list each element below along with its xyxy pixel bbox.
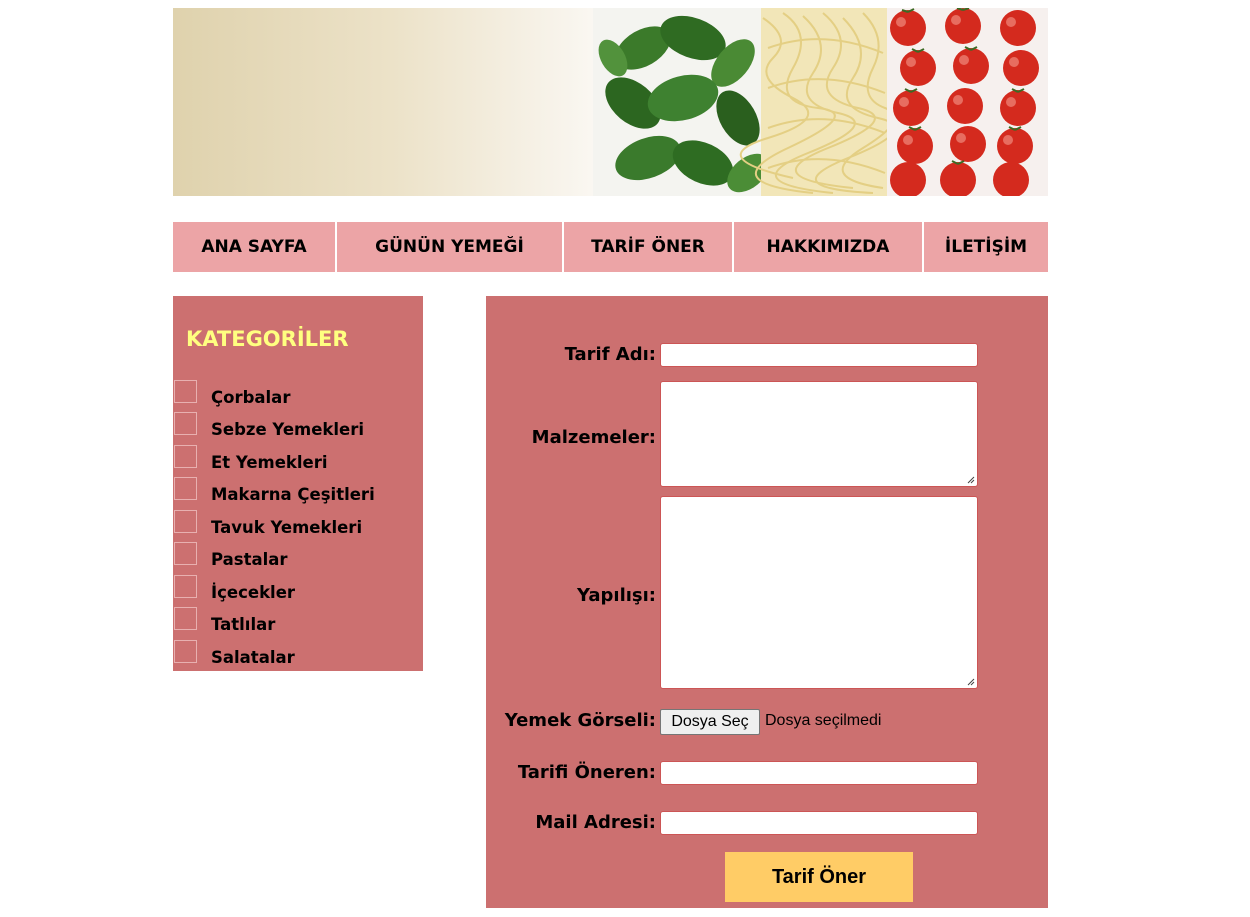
category-checkbox[interactable] (174, 380, 197, 403)
category-label: Pastalar (211, 550, 288, 569)
submit-recipe-button[interactable]: Tarif Öner (725, 852, 913, 902)
category-label: Tavuk Yemekleri (211, 518, 363, 537)
preparation-label: Yapılışı: (576, 585, 656, 606)
category-item[interactable]: Pastalar (173, 542, 423, 574)
nav-item-dish-of-the-day[interactable]: GÜNÜN YEMEĞİ (337, 222, 562, 272)
category-item[interactable]: Sebze Yemekleri (173, 412, 423, 444)
ingredients-label: Malzemeler: (531, 427, 656, 448)
recipe-suggestion-form: Tarif Adı: Malzemeler: Yapılışı: Yemek G… (486, 296, 1048, 908)
category-item[interactable]: Tavuk Yemekleri (173, 510, 423, 542)
nav-item-about[interactable]: HAKKIMIZDA (734, 222, 922, 272)
category-checkbox[interactable] (174, 477, 197, 500)
category-checkbox[interactable] (174, 575, 197, 598)
category-checkbox[interactable] (174, 607, 197, 630)
ingredients-textarea[interactable] (660, 381, 978, 487)
nav-item-contact[interactable]: İLETİŞİM (924, 222, 1048, 272)
suggester-label: Tarifi Öneren: (517, 762, 656, 783)
nav-item-suggest-recipe[interactable]: TARİF ÖNER (564, 222, 732, 272)
recipe-name-input[interactable] (660, 343, 978, 367)
spaghetti (739, 8, 896, 196)
category-item[interactable]: Et Yemekleri (173, 445, 423, 477)
category-item[interactable]: Tatlılar (173, 607, 423, 639)
resize-grip-icon[interactable] (967, 678, 975, 686)
category-item[interactable]: Salatalar (173, 640, 423, 672)
category-checkbox[interactable] (174, 412, 197, 435)
category-checkbox[interactable] (174, 510, 197, 533)
category-label: İçecekler (211, 583, 296, 602)
category-item[interactable]: Çorbalar (173, 380, 423, 412)
category-label: Salatalar (211, 648, 295, 667)
category-item[interactable]: Makarna Çeşitleri (173, 477, 423, 509)
food-banner-image (593, 8, 1048, 196)
cherry-tomatoes (887, 8, 1048, 196)
category-label: Et Yemekleri (211, 453, 328, 472)
basil-leaves (593, 8, 769, 196)
category-label: Sebze Yemekleri (211, 420, 365, 439)
category-checkbox[interactable] (174, 445, 197, 468)
category-label: Makarna Çeşitleri (211, 485, 375, 504)
resize-grip-icon[interactable] (967, 476, 975, 484)
preparation-textarea[interactable] (660, 496, 978, 689)
category-checkbox[interactable] (174, 542, 197, 565)
main-nav: ANA SAYFA GÜNÜN YEMEĞİ TARİF ÖNER HAKKIM… (173, 222, 1048, 272)
category-label: Çorbalar (211, 388, 291, 407)
choose-file-button[interactable]: Dosya Seç (660, 709, 760, 735)
email-input[interactable] (660, 811, 978, 835)
recipe-name-label: Tarif Adı: (564, 344, 656, 365)
image-label: Yemek Görseli: (504, 710, 656, 731)
suggester-input[interactable] (660, 761, 978, 785)
file-status-text: Dosya seçilmedi (765, 712, 882, 729)
category-label: Tatlılar (211, 615, 276, 634)
category-checkbox[interactable] (174, 640, 197, 663)
category-sidebar: KATEGORİLER Çorbalar Sebze Yemekleri Et … (173, 296, 423, 671)
sidebar-title: KATEGORİLER (186, 327, 349, 351)
category-item[interactable]: İçecekler (173, 575, 423, 607)
email-label: Mail Adresi: (535, 812, 656, 833)
nav-item-home[interactable]: ANA SAYFA (173, 222, 335, 272)
header-banner (173, 8, 1048, 196)
